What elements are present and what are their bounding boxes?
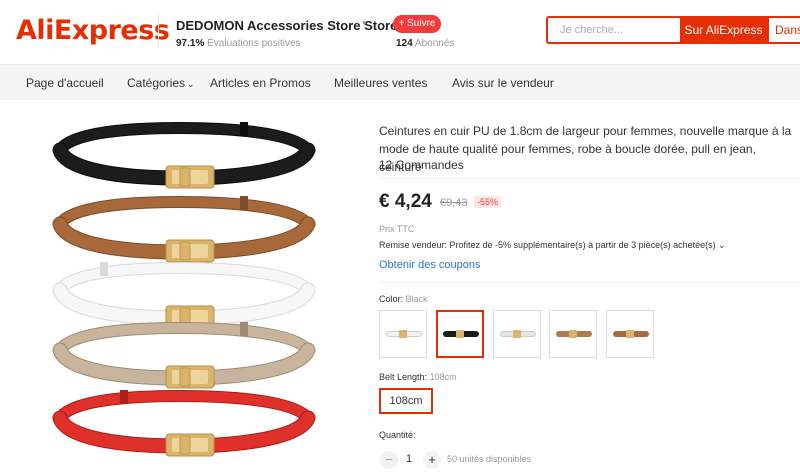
swatch-buckle: [513, 330, 521, 338]
belt-length-value: 108cm: [429, 372, 457, 382]
quantity-decrease-button[interactable]: −: [380, 451, 398, 469]
nav-item-home[interactable]: Page d'accueil: [26, 65, 104, 101]
divider: [379, 282, 800, 283]
belts-illustration: [52, 121, 316, 457]
divider: [379, 178, 800, 179]
header-divider: [158, 14, 159, 48]
search-store-button[interactable]: Dans: [767, 16, 800, 44]
quantity-label: Quantité:: [379, 430, 416, 440]
original-price: €9,43: [440, 197, 468, 209]
store-nav: Page d'accueil Catégories ⌄ Articles en P…: [0, 64, 800, 100]
color-swatch-brown[interactable]: [549, 310, 597, 358]
header: AliExpress DEDOMON Accessories Store Sto…: [0, 0, 800, 64]
swatch-buckle: [399, 330, 407, 338]
nav-item-categories[interactable]: Catégories ⌄: [127, 65, 195, 101]
belt-5: [52, 389, 316, 457]
search-aliexpress-button[interactable]: Sur AliExpress: [680, 16, 767, 44]
color-swatch-camel[interactable]: [606, 310, 654, 358]
color-swatch-grey[interactable]: [493, 310, 541, 358]
quantity-increase-button[interactable]: +: [423, 451, 441, 469]
swatch-buckle: [626, 330, 634, 338]
color-swatch-white[interactable]: [379, 310, 427, 358]
color-swatch-black[interactable]: [436, 310, 484, 358]
quantity-value[interactable]: 1: [406, 453, 412, 465]
followers-count: 124 Abonnés: [396, 38, 454, 49]
current-price: € 4,24: [379, 191, 432, 212]
followers-number: 124: [396, 38, 413, 49]
chevron-down-icon: ⌄: [187, 79, 195, 89]
search-input[interactable]: Je cherche...: [546, 16, 680, 44]
store-rating: 97.1% Évaluations positives: [176, 38, 301, 49]
nav-item-bestsellers[interactable]: Meilleures ventes: [334, 65, 427, 101]
product-image[interactable]: [0, 100, 360, 476]
store-rating-text: Évaluations positives: [207, 38, 301, 49]
follow-button[interactable]: + Suivre: [393, 15, 441, 33]
followers-text: Abonnés: [414, 38, 455, 49]
color-value: Black: [405, 294, 428, 304]
belt-4: [52, 321, 316, 389]
belt-2: [52, 195, 316, 263]
orders-count: 12 Commandes: [379, 158, 464, 172]
color-label-text: Color:: [379, 294, 404, 304]
get-coupons-link[interactable]: Obtenir des coupons: [379, 259, 481, 271]
belt-3: [52, 261, 316, 329]
belt-length-label: Belt Length: 108cm: [379, 372, 457, 382]
quantity-available: 50 unités disponibles: [447, 454, 532, 464]
seller-discount[interactable]: Remise vendeur: Profitez de -5% suppléme…: [379, 240, 726, 251]
discount-badge: -55%: [474, 196, 502, 208]
belt-1: [52, 121, 316, 189]
swatch-buckle: [456, 330, 464, 338]
color-label: Color: Black: [379, 294, 428, 304]
swatch-buckle: [569, 330, 577, 338]
price-tax-note: Prix TTC: [379, 224, 415, 234]
nav-item-seller-reviews[interactable]: Avis sur le vendeur: [452, 65, 554, 101]
chevron-down-icon[interactable]: ▾: [362, 18, 367, 29]
aliexpress-logo[interactable]: AliExpress: [16, 15, 170, 46]
nav-item-promos[interactable]: Articles en Promos: [210, 65, 311, 101]
length-option-108cm[interactable]: 108cm: [379, 388, 433, 414]
store-rating-value: 97.1%: [176, 38, 205, 49]
belt-length-label-text: Belt Length:: [379, 372, 428, 382]
nav-item-categories-label: Catégories: [127, 76, 186, 90]
